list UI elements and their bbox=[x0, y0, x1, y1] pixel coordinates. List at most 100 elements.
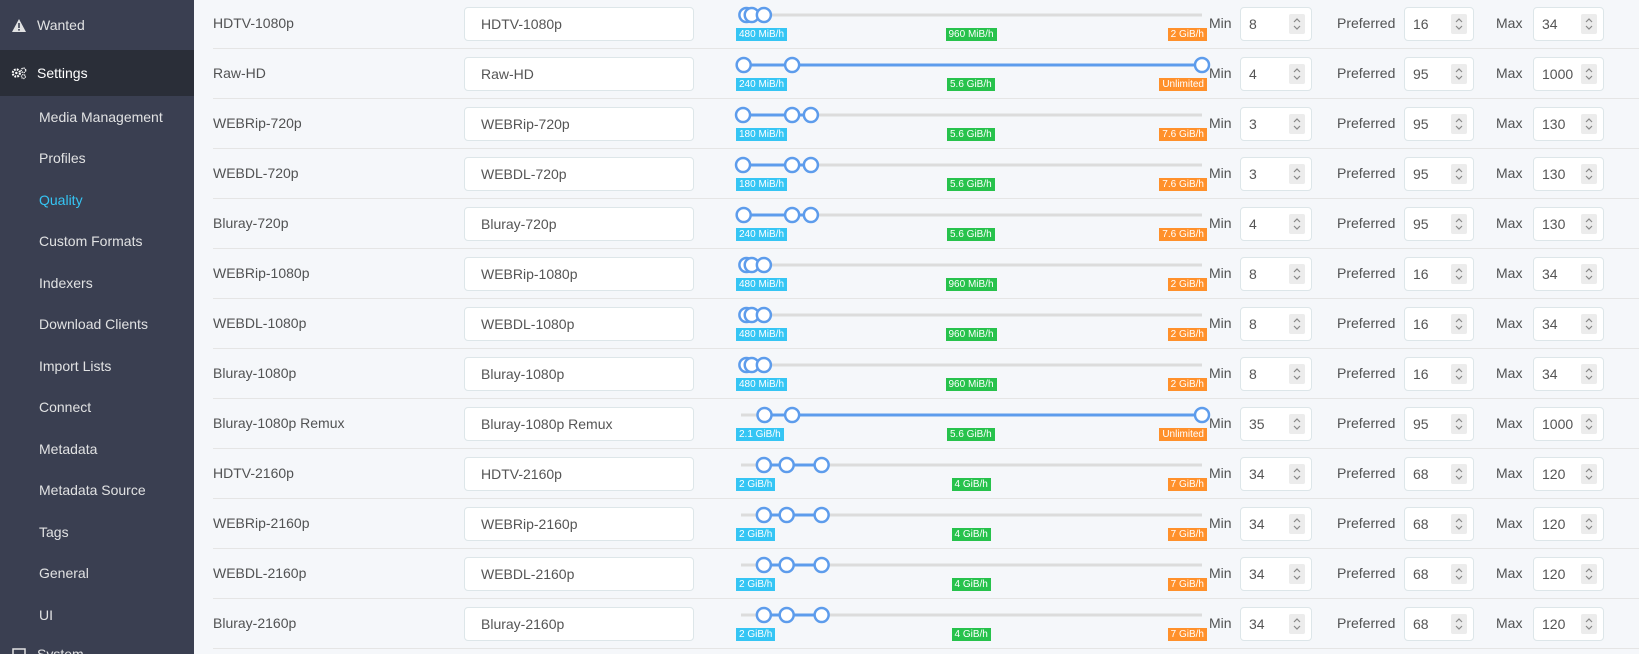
quality-title-input[interactable]: Bluray-720p bbox=[464, 207, 694, 241]
size-range-slider[interactable]: 2 GiB/h 4 GiB/h 7 GiB/h bbox=[736, 449, 1207, 499]
spinner-arrows-icon[interactable] bbox=[1581, 64, 1597, 84]
spinner-arrows-icon[interactable] bbox=[1289, 514, 1305, 534]
size-range-slider[interactable]: 480 MiB/h 960 MiB/h 2 GiB/h bbox=[736, 0, 1207, 49]
spinner-arrows-icon[interactable] bbox=[1451, 364, 1467, 384]
preferred-size-input[interactable]: 68 bbox=[1404, 507, 1474, 541]
spinner-arrows-icon[interactable] bbox=[1289, 264, 1305, 284]
sidebar-item-metadata[interactable]: Metadata bbox=[0, 428, 194, 470]
quality-title-input[interactable]: HDTV-2160p bbox=[464, 457, 694, 491]
min-size-input[interactable]: 8 bbox=[1240, 257, 1312, 291]
spinner-arrows-icon[interactable] bbox=[1581, 214, 1597, 234]
slider-preferred-handle[interactable] bbox=[783, 156, 801, 174]
slider-max-handle[interactable] bbox=[755, 256, 773, 274]
sidebar-item-quality[interactable]: Quality bbox=[0, 179, 194, 221]
spinner-arrows-icon[interactable] bbox=[1289, 464, 1305, 484]
slider-preferred-handle[interactable] bbox=[778, 606, 795, 624]
slider-max-handle[interactable] bbox=[1193, 56, 1211, 74]
spinner-arrows-icon[interactable] bbox=[1581, 414, 1597, 434]
slider-min-handle[interactable] bbox=[735, 206, 752, 224]
size-range-slider[interactable]: 240 MiB/h 5.6 GiB/h Unlimited bbox=[735, 49, 1211, 99]
spinner-arrows-icon[interactable] bbox=[1581, 14, 1597, 34]
preferred-size-input[interactable]: 95 bbox=[1404, 157, 1474, 191]
spinner-arrows-icon[interactable] bbox=[1581, 364, 1597, 384]
spinner-arrows-icon[interactable] bbox=[1289, 14, 1305, 34]
quality-title-input[interactable]: WEBDL-1080p bbox=[464, 307, 694, 341]
sidebar-item-general[interactable]: General bbox=[0, 553, 194, 595]
preferred-size-input[interactable]: 16 bbox=[1404, 357, 1474, 391]
preferred-size-input[interactable]: 95 bbox=[1404, 407, 1474, 441]
size-range-slider[interactable]: 480 MiB/h 960 MiB/h 2 GiB/h bbox=[736, 349, 1207, 399]
slider-max-handle[interactable] bbox=[813, 456, 830, 474]
sidebar-item-metadata-source[interactable]: Metadata Source bbox=[0, 470, 194, 512]
quality-title-input[interactable]: WEBRip-2160p bbox=[464, 507, 694, 541]
min-size-input[interactable]: 34 bbox=[1240, 607, 1312, 641]
slider-min-handle[interactable] bbox=[734, 106, 752, 124]
slider-max-handle[interactable] bbox=[802, 206, 820, 224]
slider-preferred-handle[interactable] bbox=[783, 56, 801, 74]
spinner-arrows-icon[interactable] bbox=[1289, 114, 1305, 134]
sidebar-item-system[interactable]: System bbox=[0, 632, 194, 654]
size-range-slider[interactable]: 240 MiB/h 5.6 GiB/h 7.6 GiB/h bbox=[735, 199, 1207, 249]
slider-preferred-handle[interactable] bbox=[778, 506, 795, 524]
slider-min-handle[interactable] bbox=[735, 56, 752, 74]
quality-title-input[interactable]: Bluray-2160p bbox=[464, 607, 694, 641]
preferred-size-input[interactable]: 68 bbox=[1404, 457, 1474, 491]
spinner-arrows-icon[interactable] bbox=[1581, 114, 1597, 134]
slider-min-handle[interactable] bbox=[734, 156, 752, 174]
quality-title-input[interactable]: Bluray-1080p bbox=[464, 357, 694, 391]
quality-title-input[interactable]: HDTV-1080p bbox=[464, 7, 694, 41]
max-size-input[interactable]: 130 bbox=[1533, 207, 1604, 241]
min-size-input[interactable]: 8 bbox=[1240, 357, 1312, 391]
sidebar-item-media-management[interactable]: Media Management bbox=[0, 96, 194, 138]
min-size-input[interactable]: 35 bbox=[1240, 407, 1312, 441]
slider-preferred-handle[interactable] bbox=[783, 206, 801, 224]
max-size-input[interactable]: 34 bbox=[1533, 307, 1604, 341]
size-range-slider[interactable]: 180 MiB/h 5.6 GiB/h 7.6 GiB/h bbox=[734, 99, 1207, 149]
preferred-size-input[interactable]: 16 bbox=[1404, 257, 1474, 291]
spinner-arrows-icon[interactable] bbox=[1289, 64, 1305, 84]
spinner-arrows-icon[interactable] bbox=[1581, 314, 1597, 334]
slider-max-handle[interactable] bbox=[755, 6, 773, 24]
sidebar-item-indexers[interactable]: Indexers bbox=[0, 262, 194, 304]
preferred-size-input[interactable]: 95 bbox=[1404, 207, 1474, 241]
min-size-input[interactable]: 34 bbox=[1240, 507, 1312, 541]
min-size-input[interactable]: 4 bbox=[1240, 57, 1312, 91]
spinner-arrows-icon[interactable] bbox=[1451, 64, 1467, 84]
spinner-arrows-icon[interactable] bbox=[1581, 514, 1597, 534]
slider-min-handle[interactable] bbox=[755, 556, 773, 574]
max-size-input[interactable]: 34 bbox=[1533, 257, 1604, 291]
max-size-input[interactable]: 130 bbox=[1533, 107, 1604, 141]
quality-title-input[interactable]: Bluray-1080p Remux bbox=[464, 407, 694, 441]
slider-max-handle[interactable] bbox=[802, 106, 820, 124]
size-range-slider[interactable]: 2 GiB/h 4 GiB/h 7 GiB/h bbox=[736, 599, 1207, 649]
sidebar-item-wanted[interactable]: Wanted bbox=[0, 0, 194, 50]
max-size-input[interactable]: 1000 bbox=[1533, 57, 1604, 91]
sidebar-item-tags[interactable]: Tags bbox=[0, 511, 194, 553]
spinner-arrows-icon[interactable] bbox=[1581, 614, 1597, 634]
preferred-size-input[interactable]: 95 bbox=[1404, 57, 1474, 91]
spinner-arrows-icon[interactable] bbox=[1451, 564, 1467, 584]
spinner-arrows-icon[interactable] bbox=[1581, 164, 1597, 184]
max-size-input[interactable]: 34 bbox=[1533, 357, 1604, 391]
sidebar-item-settings[interactable]: Settings bbox=[0, 50, 194, 96]
min-size-input[interactable]: 8 bbox=[1240, 307, 1312, 341]
spinner-arrows-icon[interactable] bbox=[1451, 114, 1467, 134]
slider-max-handle[interactable] bbox=[802, 156, 820, 174]
slider-max-handle[interactable] bbox=[813, 506, 830, 524]
spinner-arrows-icon[interactable] bbox=[1451, 14, 1467, 34]
slider-min-handle[interactable] bbox=[756, 406, 773, 424]
slider-preferred-handle[interactable] bbox=[783, 106, 801, 124]
spinner-arrows-icon[interactable] bbox=[1451, 464, 1467, 484]
size-range-slider[interactable]: 480 MiB/h 960 MiB/h 2 GiB/h bbox=[736, 249, 1207, 299]
quality-title-input[interactable]: WEBRip-720p bbox=[464, 107, 694, 141]
min-size-input[interactable]: 3 bbox=[1240, 157, 1312, 191]
preferred-size-input[interactable]: 16 bbox=[1404, 307, 1474, 341]
min-size-input[interactable]: 34 bbox=[1240, 557, 1312, 591]
quality-title-input[interactable]: WEBDL-2160p bbox=[464, 557, 694, 591]
max-size-input[interactable]: 120 bbox=[1533, 507, 1604, 541]
size-range-slider[interactable]: 2.1 GiB/h 5.6 GiB/h Unlimited bbox=[736, 399, 1211, 449]
preferred-size-input[interactable]: 95 bbox=[1404, 107, 1474, 141]
sidebar-item-connect[interactable]: Connect bbox=[0, 387, 194, 429]
spinner-arrows-icon[interactable] bbox=[1451, 214, 1467, 234]
quality-title-input[interactable]: Raw-HD bbox=[464, 57, 694, 91]
